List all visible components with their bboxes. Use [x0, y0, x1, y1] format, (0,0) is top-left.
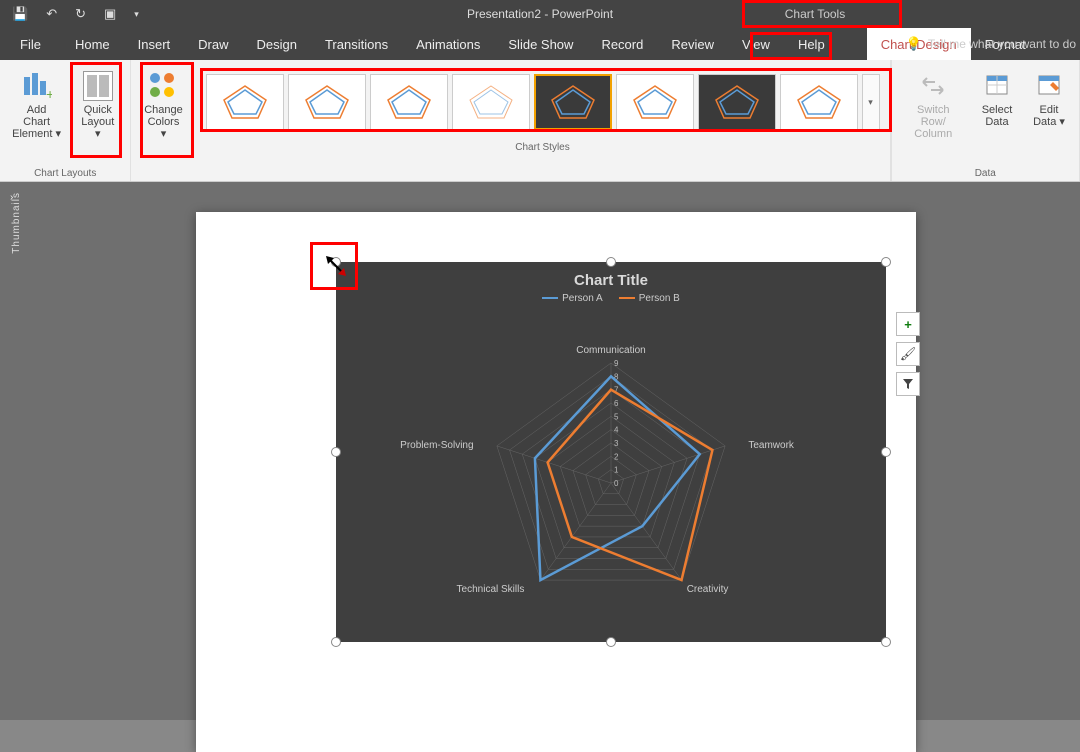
resize-handle-sw[interactable]: [331, 637, 341, 647]
title-bar: 💾 ↶ ↻ ▣ ▾ Presentation2 - PowerPoint Cha…: [0, 0, 1080, 28]
svg-text:5: 5: [614, 412, 619, 421]
thumbnails-label: Thumbnails: [11, 192, 22, 254]
chart-styles-more-button[interactable]: ▾: [862, 74, 880, 130]
change-colors-icon: [147, 70, 179, 102]
chart-tools-contextual-tab: Chart Tools: [735, 1, 895, 27]
switch-row-column-icon: [917, 70, 949, 102]
svg-text:3: 3: [614, 439, 619, 448]
add-chart-element-button[interactable]: + Add Chart Element ▾: [6, 66, 67, 144]
qat-more-icon[interactable]: ▾: [134, 9, 139, 20]
tab-transitions[interactable]: Transitions: [311, 28, 402, 60]
tell-me-placeholder: Tell me what you want to do: [928, 37, 1076, 51]
svg-text:1: 1: [614, 466, 619, 475]
tab-draw[interactable]: Draw: [184, 28, 242, 60]
tab-animations[interactable]: Animations: [402, 28, 494, 60]
chart-object[interactable]: Chart Title Person A Person B 0123456789…: [336, 262, 886, 642]
svg-text:9: 9: [614, 359, 619, 368]
svg-text:4: 4: [614, 426, 619, 435]
tab-file[interactable]: File: [0, 28, 61, 60]
resize-handle-e[interactable]: [881, 447, 891, 457]
lightbulb-icon: 💡: [906, 36, 922, 52]
chart-style-1[interactable]: [206, 74, 284, 130]
ribbon-tabs: File Home Insert Draw Design Transitions…: [0, 28, 1080, 60]
chart-style-5[interactable]: [534, 74, 612, 130]
chart-style-8[interactable]: [780, 74, 858, 130]
select-data-icon: [981, 70, 1013, 102]
chart-style-4[interactable]: [452, 74, 530, 130]
save-icon[interactable]: 💾: [12, 6, 28, 22]
tell-me-search[interactable]: 💡 Tell me what you want to do: [906, 28, 1076, 60]
svg-text:+: +: [46, 86, 52, 101]
quick-layout-icon: [82, 70, 114, 102]
start-from-beginning-icon[interactable]: ▣: [104, 6, 116, 22]
svg-text:Teamwork: Teamwork: [748, 440, 795, 451]
add-chart-element-icon: +: [21, 70, 53, 102]
tab-slideshow[interactable]: Slide Show: [494, 28, 587, 60]
chart-style-6[interactable]: [616, 74, 694, 130]
tab-home[interactable]: Home: [61, 28, 124, 60]
chart-style-2[interactable]: [288, 74, 366, 130]
chart-elements-button[interactable]: +: [896, 312, 920, 336]
resize-cursor-icon: [324, 254, 348, 278]
group-data: Switch Row/ Column Select Data Edit Data…: [891, 60, 1080, 181]
redo-icon[interactable]: ↻: [75, 6, 86, 22]
quick-layout-button[interactable]: Quick Layout ▾: [71, 66, 124, 144]
chart-styles-gallery: ▾: [202, 66, 884, 138]
tab-help[interactable]: Help: [784, 28, 839, 60]
chart-style-3[interactable]: [370, 74, 448, 130]
switch-row-column-button: Switch Row/ Column: [898, 66, 970, 144]
group-label-chart-styles: Chart Styles: [515, 138, 569, 153]
change-colors-button[interactable]: Change Colors ▾: [137, 66, 189, 144]
svg-text:Communication: Communication: [576, 345, 645, 356]
svg-text:Technical Skills: Technical Skills: [457, 584, 525, 595]
group-chart-styles: ▾ Chart Styles: [196, 60, 891, 181]
edit-data-icon: [1033, 70, 1065, 102]
resize-handle-ne[interactable]: [881, 257, 891, 267]
svg-text:0: 0: [614, 479, 619, 488]
tab-view[interactable]: View: [728, 28, 784, 60]
chart-filters-button[interactable]: [896, 372, 920, 396]
tab-insert[interactable]: Insert: [124, 28, 185, 60]
resize-handle-se[interactable]: [881, 637, 891, 647]
chart-styles-button[interactable]: 🖌: [896, 342, 920, 366]
undo-icon[interactable]: ↶: [46, 6, 57, 22]
tab-review[interactable]: Review: [657, 28, 728, 60]
thumbnails-panel-collapsed[interactable]: › Thumbnails: [0, 182, 32, 720]
svg-text:Problem-Solving: Problem-Solving: [400, 440, 473, 451]
group-chart-layouts: + Add Chart Element ▾ Quick Layout ▾ Cha…: [0, 60, 131, 181]
group-label-chart-layouts: Chart Layouts: [34, 164, 96, 179]
group-label-data: Data: [975, 164, 996, 179]
tab-design[interactable]: Design: [243, 28, 311, 60]
svg-text:2: 2: [614, 452, 619, 461]
chart-legend[interactable]: Person A Person B: [336, 293, 886, 304]
select-data-button[interactable]: Select Data: [973, 66, 1021, 132]
resize-handle-n[interactable]: [606, 257, 616, 267]
resize-handle-s[interactable]: [606, 637, 616, 647]
edit-data-button[interactable]: Edit Data ▾: [1025, 66, 1073, 132]
document-title: Presentation2 - PowerPoint: [467, 7, 613, 21]
radar-chart-svg: 0123456789CommunicationTeamworkCreativit…: [336, 312, 886, 642]
svg-text:Creativity: Creativity: [687, 584, 729, 595]
slide-canvas[interactable]: Chart Title Person A Person B 0123456789…: [196, 212, 916, 752]
legend-person-b: Person B: [639, 293, 680, 304]
editing-area: › Thumbnails Chart Title Person A Person…: [0, 182, 1080, 720]
legend-person-a: Person A: [562, 293, 603, 304]
resize-handle-w[interactable]: [331, 447, 341, 457]
tab-record[interactable]: Record: [587, 28, 657, 60]
ribbon: + Add Chart Element ▾ Quick Layout ▾ Cha…: [0, 60, 1080, 182]
chart-style-7[interactable]: [698, 74, 776, 130]
svg-text:6: 6: [614, 399, 619, 408]
group-change-colors: Change Colors ▾: [131, 60, 195, 181]
